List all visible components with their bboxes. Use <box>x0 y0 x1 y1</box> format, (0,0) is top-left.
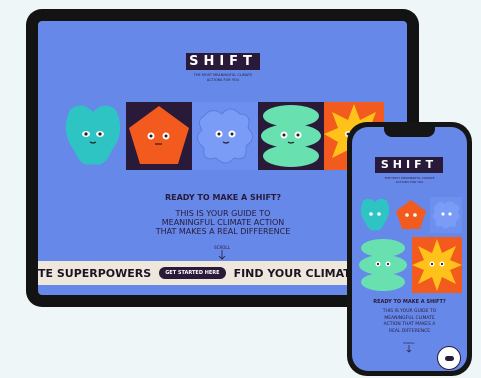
teal-flower-character-icon <box>65 105 121 165</box>
scroll-arrow-icon <box>218 250 226 260</box>
scroll-arrow-icon <box>406 345 412 353</box>
phone-shift-logo[interactable]: SHIFT <box>375 157 443 173</box>
tile-orange-pentagon <box>126 102 192 170</box>
yellow-sun-character-icon <box>412 239 462 291</box>
orange-pentagon-character-icon <box>129 106 189 164</box>
orange-pentagon-character-icon <box>396 200 426 229</box>
badge-center <box>444 355 454 361</box>
phone-notch <box>384 127 435 137</box>
phone-subheading: THIS IS YOUR GUIDE TO MEANINGFUL CLIMATE… <box>382 309 437 334</box>
tile-mint-stack <box>258 102 324 170</box>
marquee-text-left: TE SUPERPOWERS <box>38 266 152 280</box>
tile-blue-cloud <box>192 102 258 170</box>
blue-cloud-character-icon <box>432 201 460 229</box>
logo-tagline: THE MOST MEANINGFUL CLIMATE ACTIONS FOR … <box>193 73 253 82</box>
tile-teal-flower <box>60 102 126 170</box>
phone-scroll-indicator[interactable]: SCROLL <box>392 341 426 354</box>
tablet-heading: READY TO MAKE A SHIFT? <box>164 193 282 202</box>
get-started-button[interactable]: GET STARTED HERE <box>159 267 226 279</box>
phone-tile-blue-cloud <box>430 197 462 233</box>
phone-tile-yellow-sun <box>412 237 462 293</box>
phone-screen: SHIFT THE MOST MEANINGFUL CLIMATE ACTION… <box>352 127 467 371</box>
shift-logo[interactable]: SHIFT <box>186 53 260 70</box>
character-tiles <box>60 102 384 170</box>
phone-tile-teal-flower <box>358 197 392 233</box>
phone-heading: READY TO MAKE A SHIFT? <box>373 299 446 305</box>
teal-flower-character-icon <box>360 198 390 231</box>
phone-tile-orange-pentagon <box>394 197 428 233</box>
mint-stack-character-icon <box>261 105 321 167</box>
phone-tile-mint-stack <box>358 237 408 293</box>
start-badge-icon[interactable] <box>437 346 461 370</box>
tablet-subheading: THIS IS YOUR GUIDE TO MEANINGFUL CLIMATE… <box>155 209 291 237</box>
phone-device: SHIFT THE MOST MEANINGFUL CLIMATE ACTION… <box>347 122 472 376</box>
phone-character-tiles <box>358 197 462 293</box>
mint-stack-character-icon <box>359 239 407 291</box>
tablet-scroll-indicator[interactable]: SCROLL <box>202 245 242 261</box>
blue-cloud-character-icon <box>197 108 253 164</box>
phone-logo-tagline: THE MOST MEANINGFUL CLIMATE ACTIONS FOR … <box>384 176 435 184</box>
